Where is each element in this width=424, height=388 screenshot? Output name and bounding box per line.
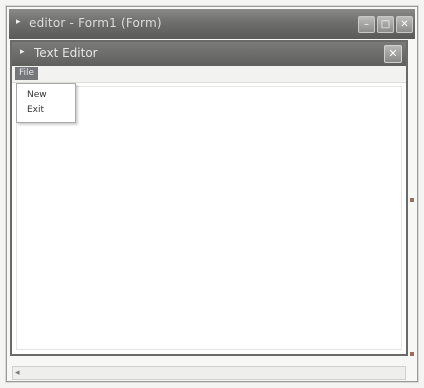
form-titlebar[interactable]: ▸ Text Editor ✕ — [12, 42, 406, 66]
resize-handle-right[interactable] — [410, 198, 414, 202]
text-area[interactable] — [16, 86, 402, 350]
form-close-button[interactable]: ✕ — [384, 45, 402, 63]
menu-item-exit[interactable]: Exit — [27, 105, 44, 115]
maximize-button[interactable]: □ — [377, 16, 394, 33]
designer-title: editor - Form1 (Form) — [29, 16, 162, 30]
menu-file[interactable]: File — [15, 67, 39, 80]
resize-handle-bottom-right[interactable] — [410, 352, 414, 356]
close-button[interactable]: ✕ — [396, 16, 413, 33]
designer-titlebar[interactable]: ▸ editor - Form1 (Form) – □ ✕ — [9, 9, 415, 39]
form-title: Text Editor — [34, 46, 98, 60]
form-menu-icon[interactable]: ▸ — [20, 47, 25, 57]
file-dropdown-menu: New Exit — [16, 83, 76, 123]
menu-item-new[interactable]: New — [27, 90, 47, 100]
window-menu-icon[interactable]: ▸ — [16, 17, 21, 27]
menu-bar: File — [12, 66, 406, 83]
minimize-button[interactable]: – — [358, 16, 375, 33]
text-editor-form: ▸ Text Editor ✕ File New Exit — [10, 40, 408, 356]
horizontal-scrollbar[interactable]: ◂ — [12, 366, 406, 380]
scroll-left-icon[interactable]: ◂ — [15, 367, 20, 379]
